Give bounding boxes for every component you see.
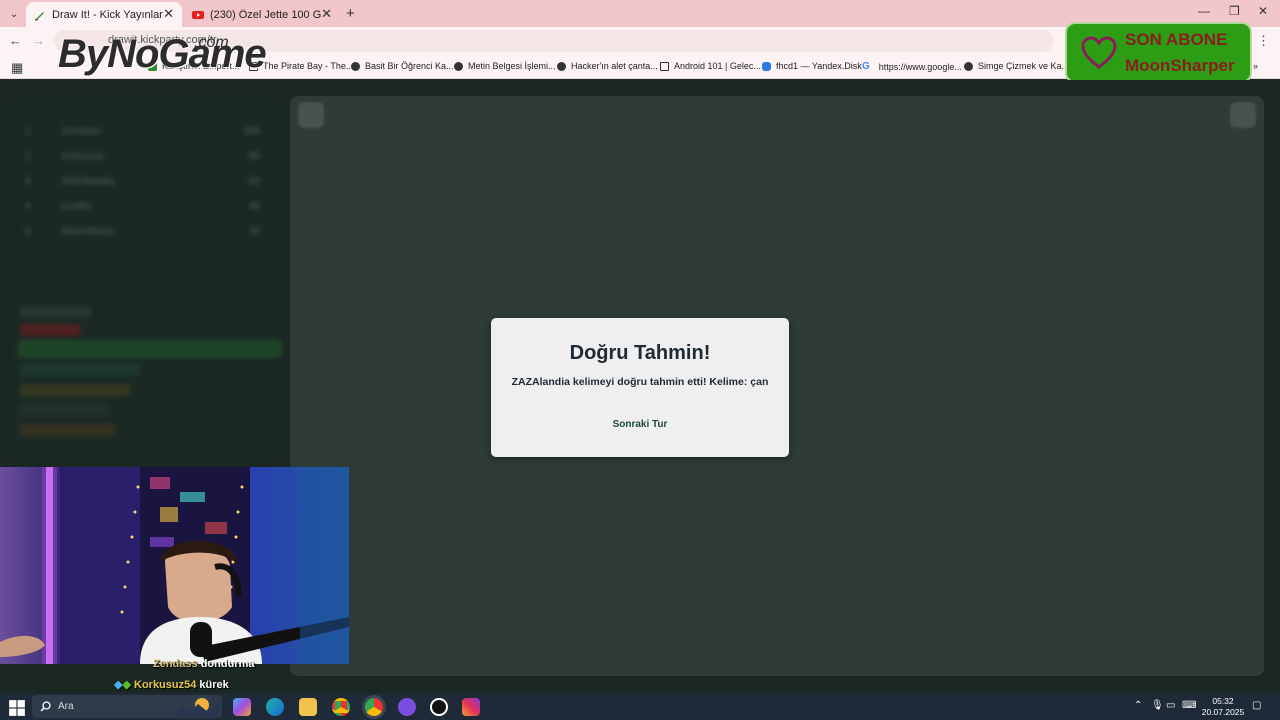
bookmark-item[interactable]: Metin Belgesi İşlemi... bbox=[454, 61, 556, 71]
window-close-icon[interactable]: ✕ bbox=[1258, 4, 1268, 18]
chat-text: dondurma bbox=[200, 658, 255, 670]
chat-username: Korkusuz54 bbox=[134, 679, 197, 691]
microphone-icon[interactable]: 🎙 bbox=[1151, 700, 1164, 711]
back-arrow-icon[interactable]: ← bbox=[9, 33, 22, 48]
close-icon[interactable]: ✕ bbox=[163, 6, 174, 22]
chat-line-placeholder bbox=[20, 364, 140, 376]
bookmark-item[interactable]: Android 101 | Gelec... bbox=[660, 61, 761, 71]
leaderboard-row: 2 Korkusuz 85 bbox=[25, 151, 260, 162]
restore-icon[interactable]: ❐ bbox=[1229, 4, 1240, 18]
globe-icon bbox=[964, 61, 973, 71]
edge-icon[interactable] bbox=[266, 698, 284, 716]
leaderboard-panel: 1 Zendass 100 2 Korkusuz 85 3 ZAZAlandia 60 4L… bbox=[10, 100, 282, 460]
keyboard-icon[interactable]: ⌨ bbox=[1182, 700, 1196, 711]
search-icon bbox=[40, 701, 51, 712]
chat-message: ◆◆ Korkusuz54 kürek bbox=[114, 678, 229, 691]
canvas-menu-button[interactable] bbox=[1230, 102, 1256, 128]
globe-icon bbox=[454, 61, 463, 71]
chat-line-placeholder bbox=[20, 306, 90, 318]
file-explorer-icon[interactable] bbox=[299, 698, 317, 716]
chat-line-placeholder bbox=[20, 404, 110, 416]
network-icon[interactable]: ▭ bbox=[1166, 700, 1175, 711]
streamer-webcam bbox=[0, 467, 349, 664]
discord-icon[interactable] bbox=[398, 698, 416, 716]
document-icon bbox=[660, 61, 669, 71]
apps-grid-icon[interactable]: ▦ bbox=[11, 60, 23, 76]
globe-icon bbox=[351, 61, 360, 71]
copilot-icon[interactable] bbox=[233, 698, 251, 716]
bookmark-item[interactable]: Simge Çizmek ve Ka... bbox=[964, 61, 1069, 71]
tray-chevron-up-icon[interactable]: ⌃ bbox=[1134, 700, 1142, 711]
google-icon: G bbox=[862, 61, 870, 72]
close-icon[interactable]: ✕ bbox=[321, 6, 332, 22]
taskbar: Ara ⌃ 🎙 ▭ ⌨ 05:32 20.07.2025 ▢ bbox=[0, 693, 1280, 720]
clock-date: 20.07.2025 bbox=[1201, 707, 1245, 717]
chat-line-placeholder bbox=[20, 324, 80, 336]
minimize-icon[interactable]: — bbox=[1198, 4, 1210, 18]
bynogame-logo-suffix: .com bbox=[194, 34, 229, 51]
chat-highlight bbox=[18, 340, 282, 358]
new-tab-plus-icon[interactable]: + bbox=[346, 5, 355, 22]
chat-text: kürek bbox=[199, 679, 229, 691]
next-round-button[interactable]: Sonraki Tur bbox=[604, 414, 676, 436]
heart-icon bbox=[1081, 36, 1117, 69]
taskbar-clock[interactable]: 05:32 20.07.2025 bbox=[1200, 696, 1246, 718]
windows-start-icon[interactable] bbox=[8, 699, 26, 717]
chat-line-placeholder bbox=[20, 424, 115, 436]
dialog-message: ZAZAlandia kelimeyi doğru tahmin etti! K… bbox=[511, 376, 769, 388]
cloud-icon bbox=[762, 61, 771, 71]
draw-it-favicon-icon bbox=[35, 11, 44, 20]
obs-icon[interactable] bbox=[430, 698, 448, 716]
forward-arrow-icon[interactable]: → bbox=[32, 33, 45, 48]
dialog-title: Doğru Tahmin! bbox=[569, 342, 711, 364]
correct-guess-dialog: Doğru Tahmin! ZAZAlandia kelimeyi doğru … bbox=[491, 318, 789, 457]
canvas-tool-button[interactable] bbox=[298, 102, 324, 128]
subscriber-alert-name: MoonSharper bbox=[1125, 56, 1235, 75]
subscriber-alert-heading: SON ABONE bbox=[1125, 30, 1228, 49]
leaderboard-row: 5 MoonSharp 30 bbox=[25, 226, 260, 237]
bookmark-item[interactable]: fhcd1 — Yandex.Disk bbox=[762, 61, 862, 71]
search-placeholder: Ara bbox=[58, 701, 74, 712]
badge-icon: ◆ bbox=[122, 679, 131, 691]
search-highlight-image bbox=[172, 698, 220, 718]
clock-time: 05:32 bbox=[1212, 696, 1234, 706]
notification-icon[interactable]: ▢ bbox=[1252, 700, 1261, 711]
bookmark-item[interactable]: Hacker'ın alet çanta... bbox=[557, 61, 658, 71]
leaderboard-row: 4 Lucifer 45 bbox=[25, 201, 260, 212]
bookmark-item[interactable]: Ghttps://www.google... bbox=[862, 61, 962, 72]
globe-icon bbox=[557, 61, 566, 71]
webcam-image bbox=[0, 467, 349, 664]
chat-message: Zendass dondurma bbox=[153, 658, 254, 670]
chat-username: Zendass bbox=[153, 658, 198, 670]
chevron-down-icon: ⌄ bbox=[9, 8, 19, 20]
tab-draw-it[interactable]: Draw It! - Kick Yayınları İçin Çiz ✕ bbox=[26, 2, 182, 27]
bynogame-logo: ByNoGame bbox=[58, 32, 267, 76]
tab-title: (230) Özel Jette 100 Gün Tutsak bbox=[210, 8, 322, 21]
bookmarks-overflow[interactable]: » bbox=[1253, 61, 1258, 71]
chat-line-placeholder bbox=[20, 384, 130, 396]
youtube-favicon-icon bbox=[192, 10, 204, 19]
instagram-icon[interactable] bbox=[462, 698, 480, 716]
tab-search-button[interactable]: ⌄ bbox=[4, 4, 24, 24]
leaderboard-row: 1 Zendass 100 bbox=[25, 126, 260, 137]
more-menu-icon[interactable]: ⋮ bbox=[1257, 33, 1270, 49]
bookmark-item[interactable]: Basit Bir Öğrenci Ka... bbox=[351, 61, 454, 71]
screen: ⌄ Draw It! - Kick Yayınları İçin Çiz ✕ (… bbox=[0, 0, 1280, 720]
chrome-active-icon[interactable] bbox=[365, 698, 383, 716]
leaderboard-row: 3 ZAZAlandia 60 bbox=[25, 176, 260, 187]
subscriber-alert: SON ABONE MoonSharper bbox=[1065, 22, 1252, 83]
tab-youtube[interactable]: (230) Özel Jette 100 Gün Tutsak ✕ bbox=[184, 2, 340, 27]
tab-title: Draw It! - Kick Yayınları İçin Çiz bbox=[52, 8, 164, 21]
chrome-icon[interactable] bbox=[332, 698, 350, 716]
